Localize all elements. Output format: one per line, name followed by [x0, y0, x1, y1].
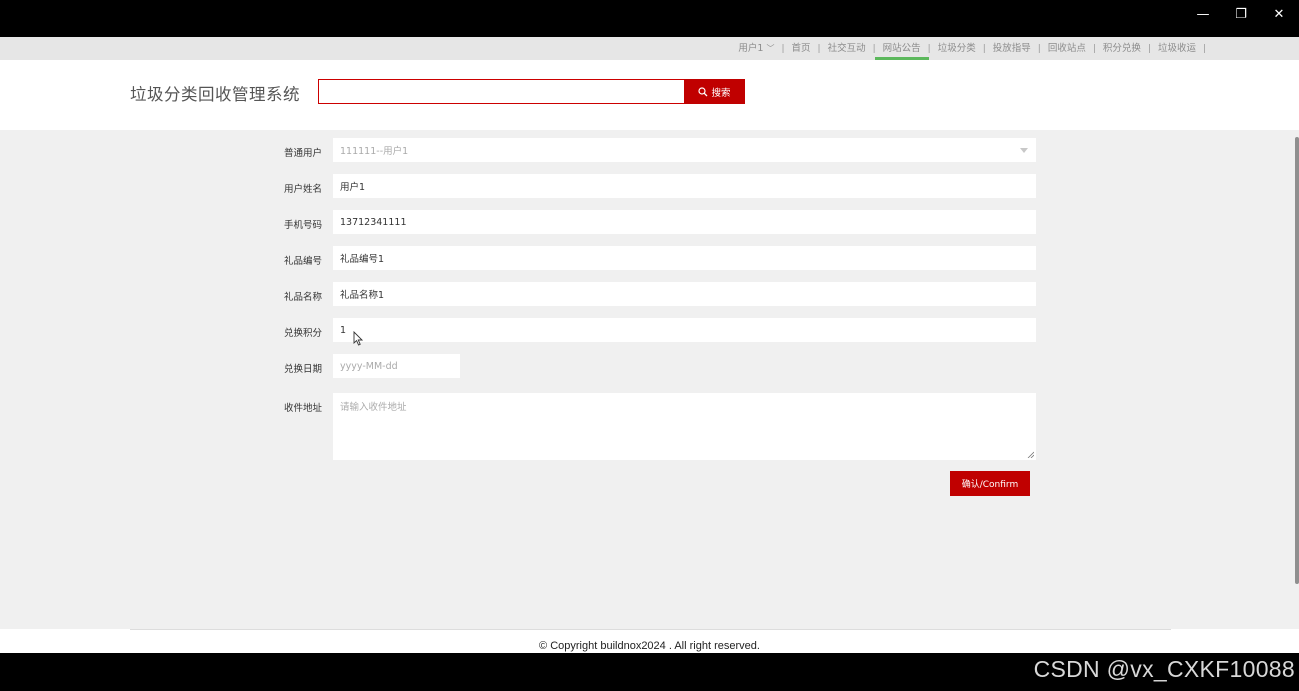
phone-label: 手机号码 — [284, 220, 323, 231]
nav-item-collection[interactable]: 垃圾收运 — [1158, 37, 1196, 60]
copyright-text: © Copyright buildnox2024 . All right res… — [539, 640, 760, 652]
nav-item-social[interactable]: 社交互动 — [828, 37, 866, 60]
date-label: 兑换日期 — [284, 364, 323, 375]
nav-separator: | — [1202, 43, 1206, 54]
gift-name-label: 礼品名称 — [284, 292, 323, 303]
window-titlebar: — ❐ ✕ — [0, 0, 1299, 37]
watermark-text: CSDN @vx_CXKF10088 — [1033, 656, 1295, 682]
nav-item-classification[interactable]: 垃圾分类 — [938, 37, 976, 60]
phone-field[interactable]: 13712341111 — [333, 210, 1036, 234]
points-field[interactable]: 1 — [333, 318, 1036, 342]
gift-name-field[interactable]: 礼品名称1 — [333, 282, 1036, 306]
resize-handle-icon[interactable] — [1027, 451, 1034, 458]
gift-number-label: 礼品编号 — [284, 256, 323, 267]
address-placeholder: 请输入收件地址 — [340, 402, 407, 413]
points-label: 兑换积分 — [284, 328, 323, 339]
site-footer: © Copyright buildnox2024 . All right res… — [0, 629, 1299, 653]
nav-list: 用户1 ﹀ | 首页 | 社交互动 | 网站公告 | 垃圾分类 | 投放指导 | … — [738, 37, 1213, 60]
close-icon[interactable]: ✕ — [1260, 0, 1298, 28]
confirm-button[interactable]: 确认/Confirm — [950, 471, 1030, 496]
scrollbar-thumb[interactable] — [1295, 137, 1299, 584]
nav-separator: | — [872, 43, 876, 54]
address-label: 收件地址 — [284, 403, 323, 414]
nav-separator: | — [1092, 43, 1096, 54]
gift-number-field[interactable]: 礼品编号1 — [333, 246, 1036, 270]
footer-divider — [130, 629, 1171, 630]
user-select[interactable]: 111111--用户1 — [333, 138, 1036, 162]
nav-user-menu[interactable]: 用户1 ﹀ — [738, 37, 774, 60]
nav-item-home[interactable]: 首页 — [792, 37, 811, 60]
restore-icon[interactable]: ❐ — [1222, 0, 1260, 28]
nav-separator: | — [1037, 43, 1041, 54]
nav-item-guidance[interactable]: 投放指导 — [993, 37, 1031, 60]
search-button-label: 搜索 — [711, 87, 731, 99]
date-field[interactable]: yyyy-MM-dd — [333, 354, 460, 378]
user-label: 普通用户 — [284, 148, 323, 159]
top-nav: 用户1 ﹀ | 首页 | 社交互动 | 网站公告 | 垃圾分类 | 投放指导 | … — [0, 37, 1299, 60]
search-button[interactable]: 搜索 — [684, 79, 745, 104]
nav-separator: | — [817, 43, 821, 54]
nav-user-name: 用户1 — [738, 43, 764, 54]
user-select-value: 111111--用户1 — [340, 146, 409, 157]
search-input[interactable] — [318, 79, 685, 104]
chevron-down-icon — [1020, 148, 1028, 153]
site-title: 垃圾分类回收管理系统 — [130, 85, 300, 104]
site-header: 垃圾分类回收管理系统 搜索 — [0, 60, 1299, 130]
name-label: 用户姓名 — [284, 184, 323, 195]
nav-separator: | — [1147, 43, 1151, 54]
mouse-cursor-icon — [353, 331, 363, 346]
nav-separator: | — [982, 43, 986, 54]
minimize-icon[interactable]: — — [1184, 0, 1222, 28]
nav-separator: | — [781, 43, 785, 54]
nav-separator: | — [927, 43, 931, 54]
chevron-down-icon: ﹀ — [766, 44, 775, 53]
nav-item-points-exchange[interactable]: 积分兑换 — [1103, 37, 1141, 60]
name-field[interactable]: 用户1 — [333, 174, 1036, 198]
bottom-bar: CSDN @vx_CXKF10088 — [0, 653, 1299, 691]
address-textarea[interactable]: 请输入收件地址 — [333, 393, 1036, 460]
nav-item-stations[interactable]: 回收站点 — [1048, 37, 1086, 60]
nav-item-announcements[interactable]: 网站公告 — [874, 37, 929, 60]
search-icon — [698, 86, 708, 96]
